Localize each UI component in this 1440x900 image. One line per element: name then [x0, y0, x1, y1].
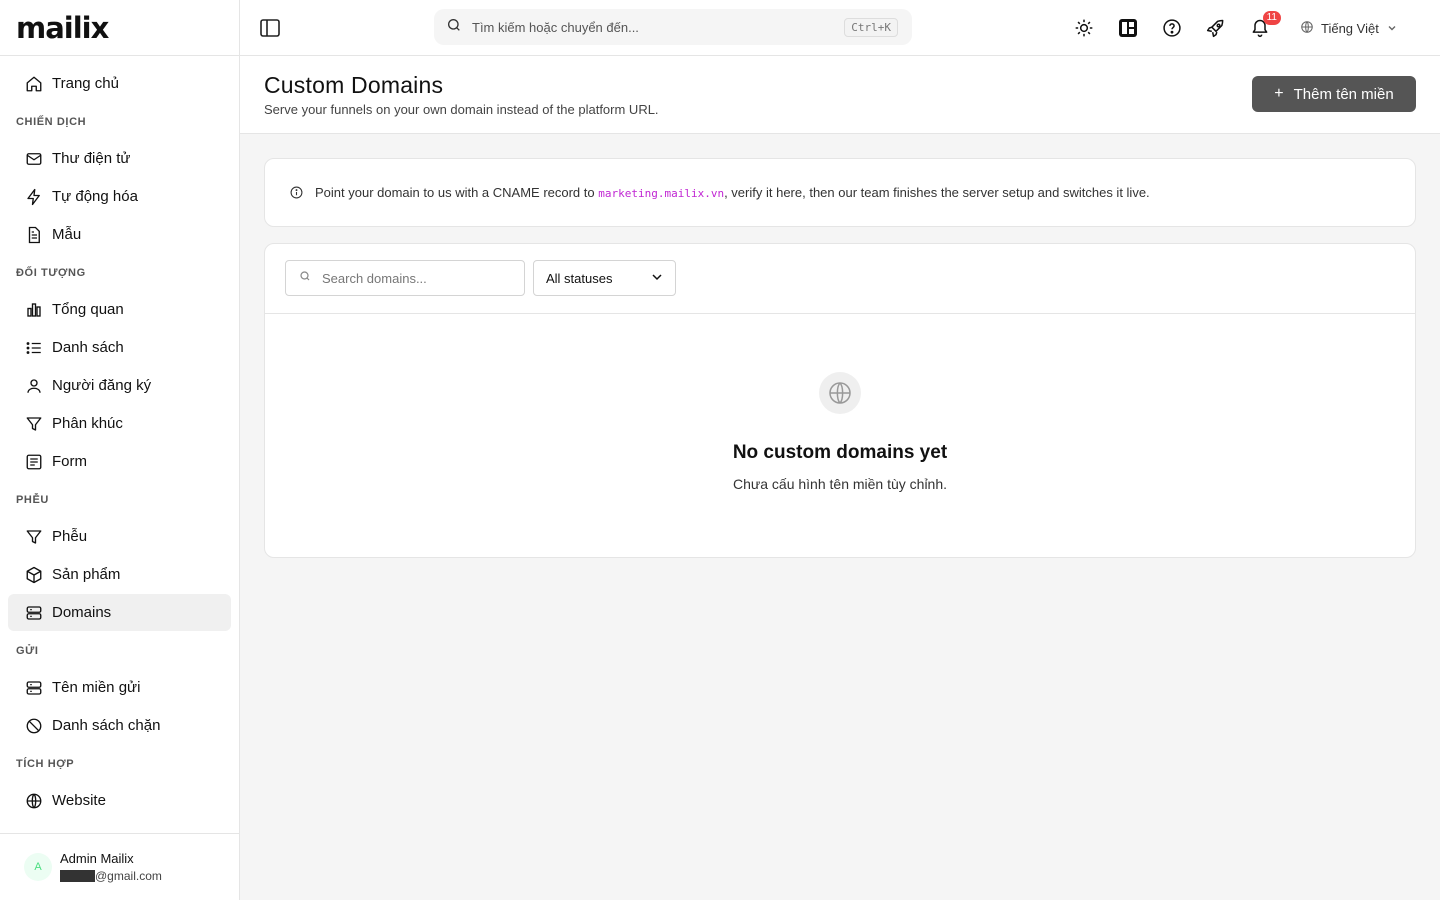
sidebar-item-home[interactable]: Trang chủ: [8, 65, 231, 102]
funnel-icon: [24, 527, 44, 547]
sidebar-item-blocklist[interactable]: Danh sách chặn: [8, 707, 231, 744]
sidebar-toggle-button[interactable]: [259, 17, 281, 39]
sidebar-item-label: Tên miền gửi: [52, 679, 141, 696]
sidebar-item-domains[interactable]: Domains: [8, 594, 231, 631]
logo-area: mailix: [0, 0, 239, 56]
sidebar-item-label: Tổng quan: [52, 301, 124, 318]
status-filter-value: All statuses: [546, 270, 613, 286]
sidebar-item-lists[interactable]: Danh sách: [8, 329, 231, 366]
language-label: Tiếng Việt: [1321, 20, 1379, 36]
sidebar-nav: Trang chủ CHIẾN DỊCH Thư điện tử Tự động…: [0, 56, 239, 833]
help-icon[interactable]: [1160, 16, 1184, 40]
shortcut-hint: Ctrl+K: [844, 17, 898, 37]
add-domain-button[interactable]: + Thêm tên miền: [1252, 76, 1416, 112]
plus-icon: +: [1274, 85, 1284, 102]
info-icon: [290, 186, 303, 199]
user-name: Admin Mailix: [60, 851, 134, 866]
box-icon: [24, 565, 44, 585]
form-icon: [24, 452, 44, 472]
page-header: Custom Domains Serve your funnels on you…: [240, 56, 1440, 134]
dashboard-icon[interactable]: [1116, 16, 1140, 40]
sidebar-item-label: Danh sách: [52, 339, 124, 356]
sidebar-item-products[interactable]: Sản phẩm: [8, 556, 231, 593]
sidebar-item-label: Phễu: [52, 528, 88, 545]
domains-list-card: Search domains... All statuses No custom…: [264, 243, 1416, 558]
sidebar-item-label: Website: [52, 792, 106, 809]
server-icon: [24, 678, 44, 698]
section-audience: ĐỐI TƯỢNG: [16, 266, 86, 279]
search-placeholder: Tìm kiếm hoặc chuyển đến...: [472, 19, 639, 35]
sidebar-item-funnels[interactable]: Phễu: [8, 518, 231, 555]
user-profile[interactable]: A Admin Mailix @gmail.com: [0, 833, 239, 900]
sidebar-item-templates[interactable]: Mẫu: [8, 216, 231, 253]
notification-count-badge: 11: [1262, 11, 1281, 25]
server-icon: [24, 603, 44, 623]
sidebar-item-automation[interactable]: Tự động hóa: [8, 178, 231, 215]
sidebar-item-overview[interactable]: Tổng quan: [8, 291, 231, 328]
sidebar-item-label: Người đăng ký: [52, 377, 152, 394]
brand-logo[interactable]: mailix: [16, 11, 109, 45]
notifications-bell-icon[interactable]: 11: [1248, 11, 1281, 40]
sidebar-item-label: Tự động hóa: [52, 188, 138, 205]
cname-target: marketing.mailix.vn: [598, 187, 725, 200]
lightning-icon: [24, 187, 44, 207]
section-funnels: PHỄU: [16, 493, 49, 506]
section-send: GỬI: [16, 644, 39, 657]
empty-state-subtitle: Chưa cấu hình tên miền tùy chỉnh.: [732, 476, 948, 492]
sidebar-item-label: Phân khúc: [52, 415, 123, 432]
filter-icon: [24, 414, 44, 434]
search-icon: [299, 269, 311, 287]
user-icon: [24, 376, 44, 396]
section-integrations: TÍCH HỢP: [16, 757, 75, 770]
rocket-icon[interactable]: [1204, 16, 1228, 40]
topbar: Tìm kiếm hoặc chuyển đến... Ctrl+K 11 Ti…: [240, 0, 1440, 56]
sidebar-item-label: Mẫu: [52, 226, 82, 243]
sidebar: mailix Trang chủ CHIẾN DỊCH Thư điện tử …: [0, 0, 240, 900]
user-email: @gmail.com: [60, 869, 162, 883]
domain-search-input[interactable]: Search domains...: [285, 260, 525, 296]
cname-info-banner: Point your domain to us with a CNAME rec…: [264, 158, 1416, 227]
empty-state: No custom domains yet Chưa cấu hình tên …: [265, 314, 1415, 557]
empty-state-title: No custom domains yet: [732, 442, 948, 463]
sidebar-item-emails[interactable]: Thư điện tử: [8, 140, 231, 177]
sidebar-item-label: Danh sách chặn: [52, 717, 161, 734]
mail-icon: [24, 149, 44, 169]
sidebar-item-subscribers[interactable]: Người đăng ký: [8, 367, 231, 404]
ban-icon: [24, 716, 44, 736]
sidebar-item-label: Domains: [52, 604, 112, 621]
theme-toggle-sun-icon[interactable]: [1072, 16, 1096, 40]
sidebar-item-website[interactable]: Website: [8, 782, 231, 819]
info-text: Point your domain to us with a CNAME rec…: [315, 185, 1150, 200]
sidebar-item-label: Trang chủ: [52, 75, 119, 92]
page-subtitle: Serve your funnels on your own domain in…: [264, 102, 659, 117]
global-search[interactable]: Tìm kiếm hoặc chuyển đến... Ctrl+K: [434, 9, 912, 45]
redacted-block: [60, 870, 95, 882]
language-selector[interactable]: Tiếng Việt: [1300, 18, 1397, 38]
document-icon: [24, 225, 44, 245]
list-icon: [24, 338, 44, 358]
globe-icon: [24, 791, 44, 811]
add-domain-label: Thêm tên miền: [1293, 85, 1394, 103]
page-title: Custom Domains: [264, 72, 444, 98]
domain-search-placeholder: Search domains...: [322, 270, 427, 286]
sidebar-item-label: Thư điện tử: [52, 150, 131, 167]
sidebar-item-label: Form: [52, 453, 87, 470]
sidebar-item-sending-domains[interactable]: Tên miền gửi: [8, 669, 231, 706]
sidebar-item-label: Sản phẩm: [52, 566, 121, 583]
sidebar-item-segments[interactable]: Phân khúc: [8, 405, 231, 442]
home-icon: [24, 74, 44, 94]
sidebar-item-forms[interactable]: Form: [8, 443, 231, 480]
globe-icon: [819, 372, 861, 414]
chevron-down-icon: [651, 271, 663, 286]
globe-icon: [1300, 20, 1314, 37]
search-icon: [446, 17, 462, 38]
filters-bar: Search domains... All statuses: [265, 244, 1415, 314]
bar-chart-icon: [24, 300, 44, 320]
section-campaigns: CHIẾN DỊCH: [16, 115, 87, 128]
avatar: A: [24, 853, 52, 881]
chevron-down-icon: [1387, 21, 1397, 36]
status-filter-select[interactable]: All statuses: [533, 260, 676, 296]
